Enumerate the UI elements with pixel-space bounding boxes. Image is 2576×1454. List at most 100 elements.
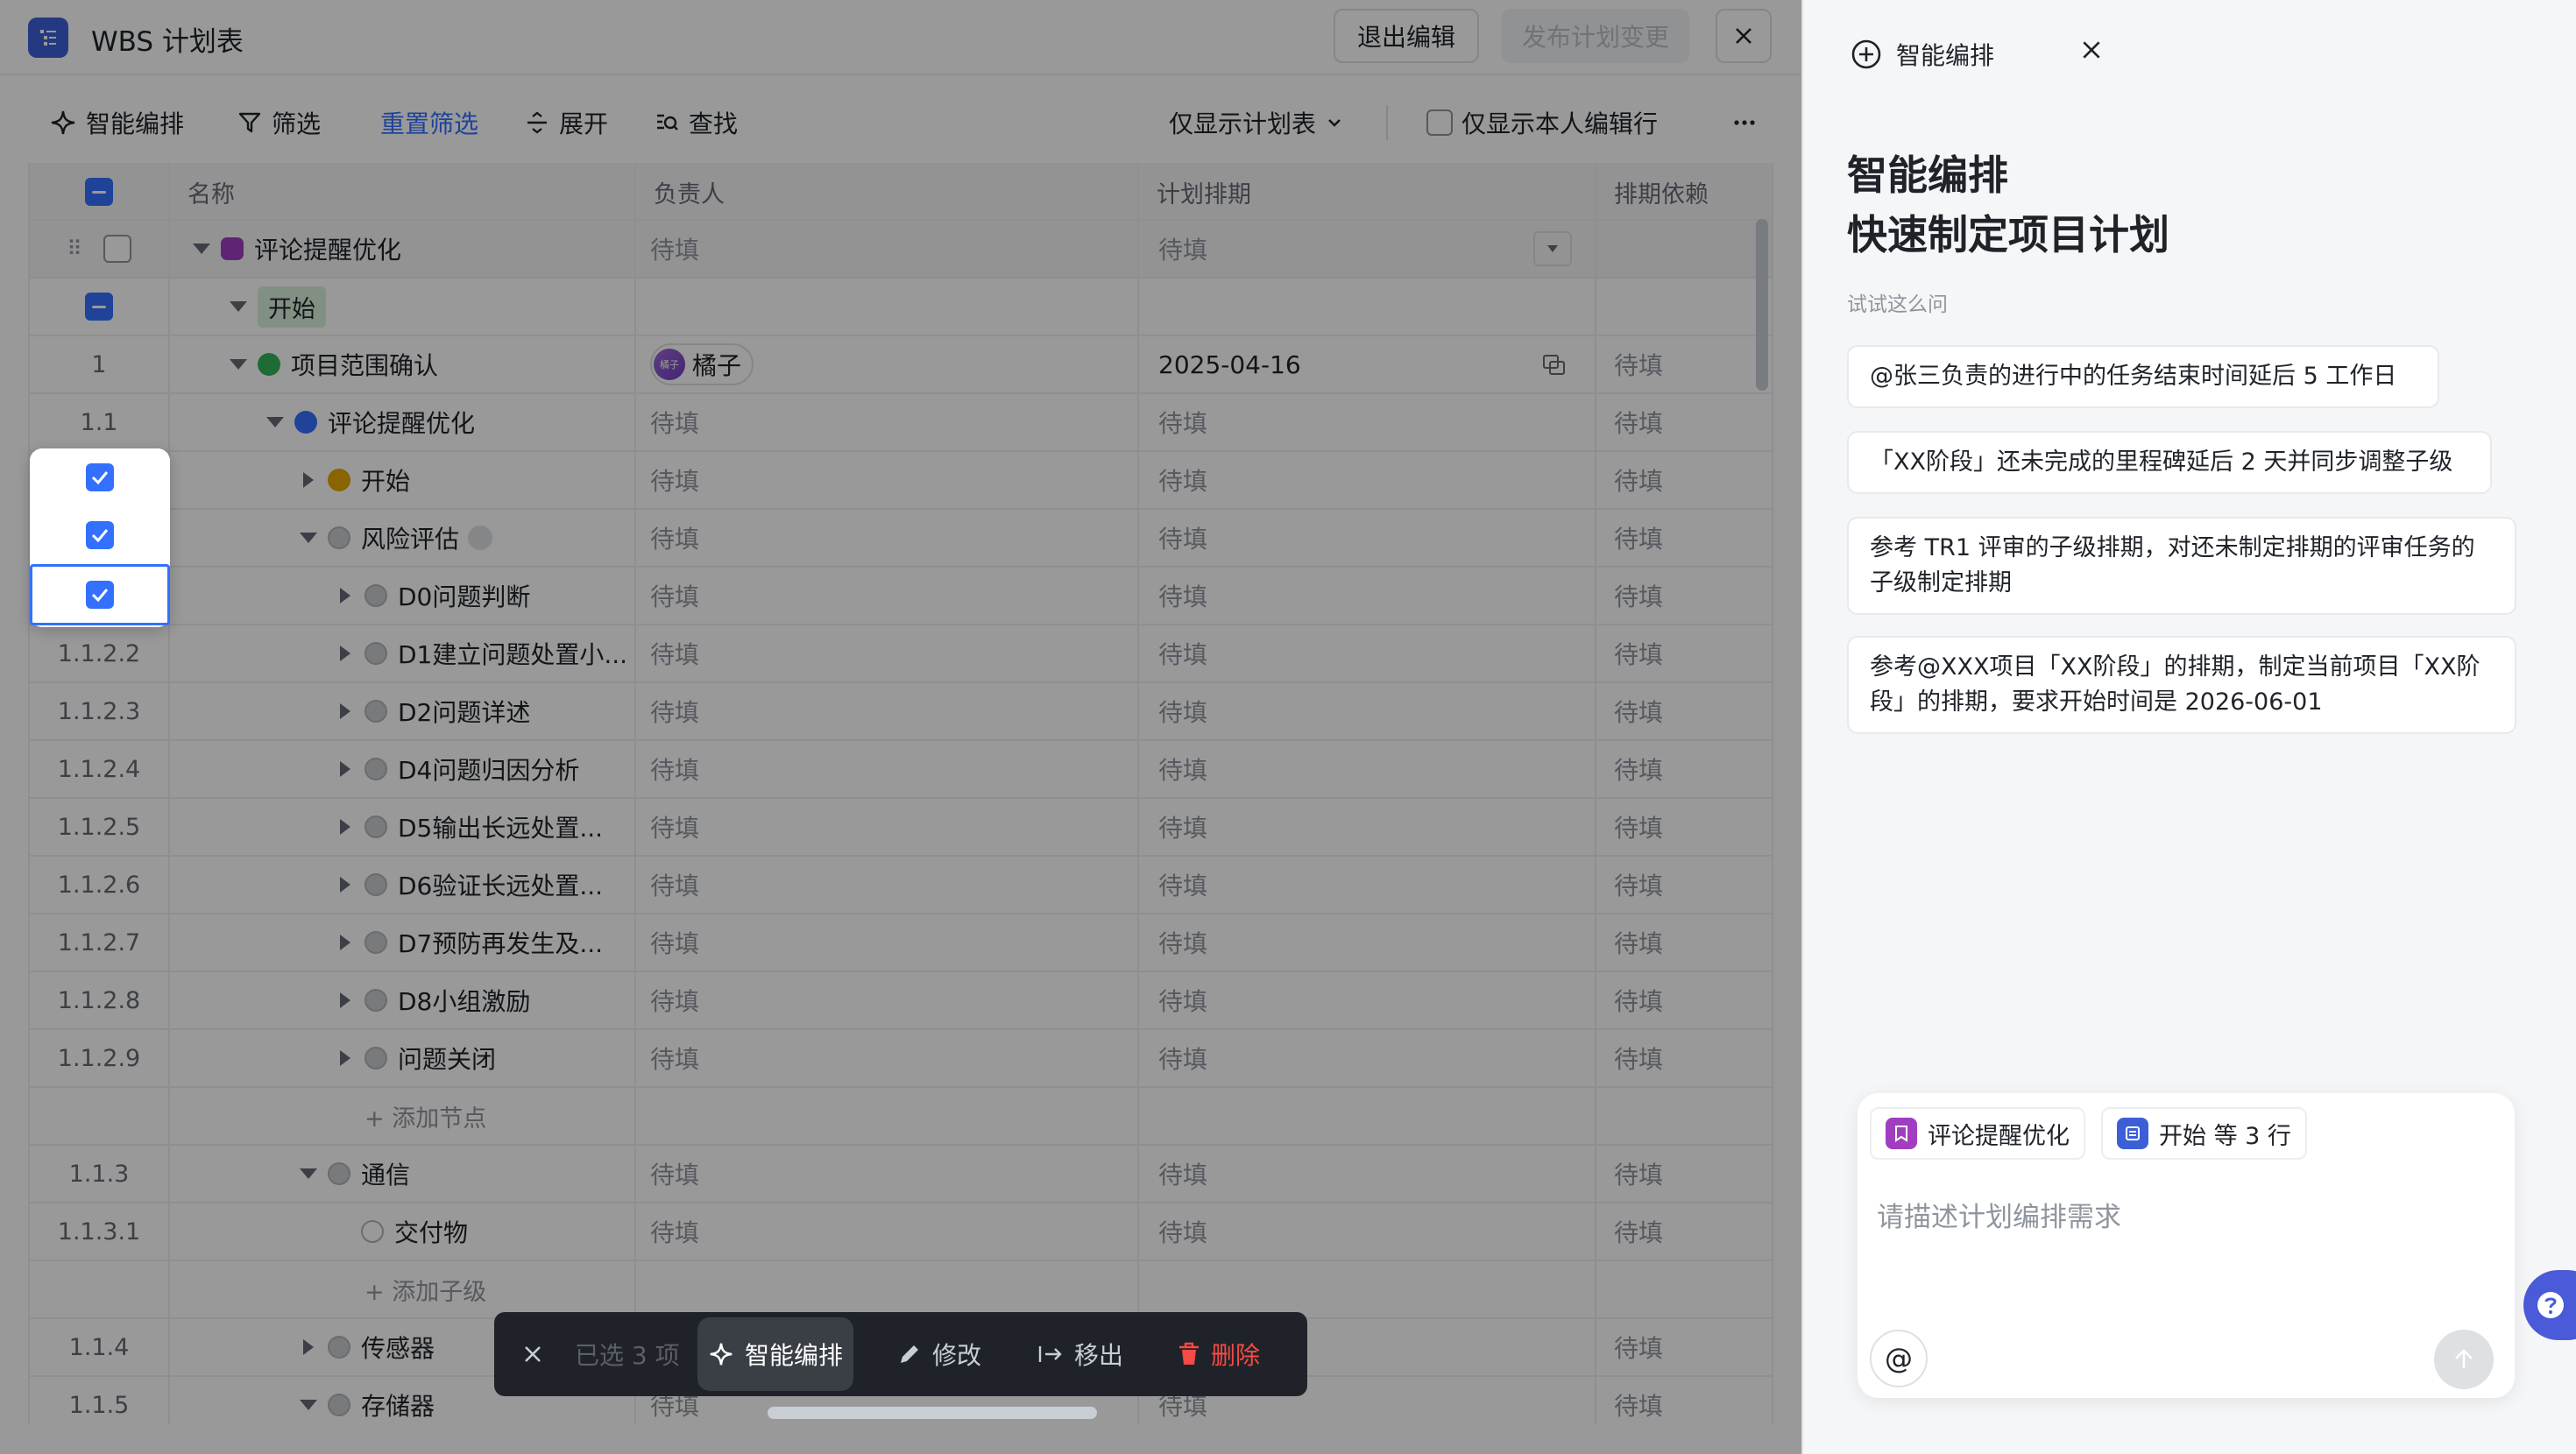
row-date-cell[interactable]: 待填 — [1139, 452, 1596, 508]
send-button[interactable] — [2434, 1330, 2494, 1389]
row-dep-cell[interactable]: 待填 — [1596, 1030, 1772, 1086]
row-owner-cell[interactable]: 待填 — [636, 568, 1139, 624]
row-owner-cell[interactable]: 待填 — [636, 972, 1139, 1028]
row-dep-cell[interactable]: 待填 — [1596, 857, 1772, 913]
collapse-toggle-icon[interactable] — [300, 1168, 317, 1179]
smart-arrange-button[interactable]: 智能编排 — [49, 103, 184, 142]
expand-toggle-icon[interactable] — [340, 588, 350, 603]
row-date-cell[interactable]: 待填 — [1139, 1030, 1596, 1086]
row-name-cell[interactable]: 开始 — [170, 452, 636, 508]
expand-toggle-icon[interactable] — [303, 472, 314, 488]
row-name-cell[interactable]: 风险评估 — [170, 510, 636, 566]
row-name-cell[interactable]: D1建立问题处置小... — [170, 625, 636, 681]
close-button[interactable] — [1716, 9, 1772, 63]
row-dep-cell[interactable]: 待填 — [1596, 972, 1772, 1028]
collapse-toggle-icon[interactable] — [300, 1400, 317, 1410]
vertical-scrollbar[interactable] — [1756, 219, 1768, 391]
row-owner-cell[interactable]: 待填 — [636, 510, 1139, 566]
select-all-checkbox[interactable] — [85, 178, 113, 206]
table-row[interactable]: 1.1.2.3 D2问题详述 待填 待填 待填 — [30, 683, 1772, 741]
add-child-button[interactable]: + 添加子级 — [170, 1261, 636, 1317]
row-checkbox-checked[interactable] — [86, 581, 114, 609]
view-select-dropdown[interactable]: 仅显示计划表 — [1169, 103, 1344, 142]
suggestion-item[interactable]: 「XX阶段」还未完成的里程碑延后 2 天并同步调整子级 — [1847, 431, 2492, 494]
mention-button[interactable]: @ — [1870, 1330, 1928, 1387]
only-mine-toggle[interactable]: 仅显示本人编辑行 — [1426, 103, 1658, 142]
exit-edit-button[interactable]: 退出编辑 — [1334, 9, 1479, 63]
row-date-cell[interactable]: 待填 — [1139, 221, 1596, 277]
row-dep-cell[interactable]: 待填 — [1596, 1377, 1772, 1424]
expand-toggle-icon[interactable] — [340, 761, 350, 777]
row-dep-cell[interactable]: 待填 — [1596, 914, 1772, 971]
row-name-cell[interactable]: 通信 — [170, 1146, 636, 1202]
bulk-delete-button[interactable]: 删除 — [1178, 1312, 1260, 1396]
collapse-toggle-icon[interactable] — [230, 301, 247, 312]
expand-toggle-icon[interactable] — [340, 1050, 350, 1066]
table-row[interactable]: 1.1.2.9 问题关闭 待填 待填 待填 — [30, 1030, 1772, 1088]
row-owner-cell[interactable]: 待填 — [636, 625, 1139, 681]
expand-toggle-icon[interactable] — [340, 992, 350, 1008]
row-date-cell[interactable]: 待填 — [1139, 510, 1596, 566]
row-owner-cell[interactable]: 待填 — [636, 1146, 1139, 1202]
row-date-cell[interactable]: 待填 — [1139, 799, 1596, 855]
row-owner-cell[interactable]: 待填 — [636, 683, 1139, 739]
publish-changes-button[interactable]: 发布计划变更 — [1502, 9, 1689, 63]
drag-handle-icon[interactable]: ⠿ — [67, 236, 82, 261]
row-name-cell[interactable]: 评论提醒优化 — [170, 221, 636, 277]
row-name-cell[interactable]: 问题关闭 — [170, 1030, 636, 1086]
bulk-move-out-button[interactable]: 移出 — [1037, 1312, 1123, 1396]
row-date-cell[interactable]: 待填 — [1139, 972, 1596, 1028]
row-date-cell[interactable]: 待填 — [1139, 568, 1596, 624]
expand-toggle-icon[interactable] — [340, 877, 350, 893]
row-owner-cell[interactable]: 待填 — [636, 452, 1139, 508]
table-row[interactable]: 1.1.3.1 交付物 待填 待填 待填 — [30, 1203, 1772, 1261]
row-owner-cell[interactable]: 待填 — [636, 857, 1139, 913]
row-date-cell[interactable]: 2025-04-16 — [1139, 336, 1596, 392]
row-name-cell[interactable]: D8小组激励 — [170, 972, 636, 1028]
row-date-cell[interactable]: 待填 — [1139, 394, 1596, 450]
row-date-cell[interactable]: 待填 — [1139, 1203, 1596, 1260]
suggestion-item[interactable]: 参考@XXX项目「XX阶段」的排期，制定当前项目「XX阶段」的排期，要求开始时间… — [1847, 636, 2516, 734]
only-mine-checkbox[interactable] — [1426, 109, 1453, 136]
expand-toggle-icon[interactable] — [340, 646, 350, 661]
table-row[interactable]: 开始 — [30, 279, 1772, 336]
table-row[interactable]: 1.1.2.6 D6验证长远处置... 待填 待填 待填 — [30, 857, 1772, 914]
table-row[interactable]: 开始 待填 待填 待填 — [30, 452, 1772, 510]
row-owner-cell[interactable]: 待填 — [636, 1030, 1139, 1086]
row-owner-cell[interactable]: 待填 — [636, 394, 1139, 450]
column-header-schedule[interactable]: 计划排期 — [1139, 163, 1596, 221]
filter-button[interactable]: 筛选 — [237, 103, 321, 142]
table-row[interactable]: 1.1.3 通信 待填 待填 待填 — [30, 1146, 1772, 1203]
row-dep-cell[interactable]: 待填 — [1596, 741, 1772, 797]
table-row[interactable]: 1.1.2.2 D1建立问题处置小... 待填 待填 待填 — [30, 625, 1772, 683]
table-row[interactable]: D0问题判断 待填 待填 待填 — [30, 568, 1772, 625]
row-checkbox-checked[interactable] — [86, 463, 114, 491]
bulk-smart-arrange-button[interactable]: 智能编排 — [697, 1317, 854, 1391]
collapse-toggle-icon[interactable] — [300, 533, 317, 543]
bulk-edit-button[interactable]: 修改 — [897, 1312, 981, 1396]
column-header-dependency[interactable]: 排期依赖 — [1596, 163, 1772, 221]
suggestion-item[interactable]: 参考 TR1 评审的子级排期，对还未制定排期的评审任务的子级制定排期 — [1847, 517, 2516, 615]
clear-selection-button[interactable] — [522, 1312, 543, 1396]
row-name-cell[interactable]: D0问题判断 — [170, 568, 636, 624]
row-checkbox[interactable] — [85, 293, 113, 321]
row-dep-cell[interactable]: 待填 — [1596, 452, 1772, 508]
row-dep-cell[interactable]: 待填 — [1596, 1203, 1772, 1260]
row-name-cell[interactable]: 项目范围确认 — [170, 336, 636, 392]
row-owner-cell[interactable]: 待填 — [636, 914, 1139, 971]
row-date-cell[interactable]: 待填 — [1139, 1146, 1596, 1202]
table-row[interactable]: ⠿ 评论提醒优化 待填 待填 — [30, 221, 1772, 279]
row-date-cell[interactable]: 待填 — [1139, 625, 1596, 681]
row-dep-cell[interactable]: 待填 — [1596, 568, 1772, 624]
row-owner-cell[interactable]: 待填 — [636, 799, 1139, 855]
table-row[interactable]: 1.1.2.7 D7预防再发生及... 待填 待填 待填 — [30, 914, 1772, 972]
row-checkbox[interactable] — [103, 235, 131, 263]
row-date-cell[interactable] — [1139, 279, 1596, 335]
row-date-cell[interactable]: 待填 — [1139, 914, 1596, 971]
context-chip-project[interactable]: 评论提醒优化 — [1870, 1107, 2085, 1160]
context-chip-rows[interactable]: 开始 等 3 行 — [2101, 1107, 2307, 1160]
expand-toggle-icon[interactable] — [303, 1339, 314, 1355]
row-dep-cell[interactable]: 待填 — [1596, 1319, 1772, 1375]
row-dep-cell[interactable]: 待填 — [1596, 799, 1772, 855]
row-owner-cell[interactable] — [636, 279, 1139, 335]
